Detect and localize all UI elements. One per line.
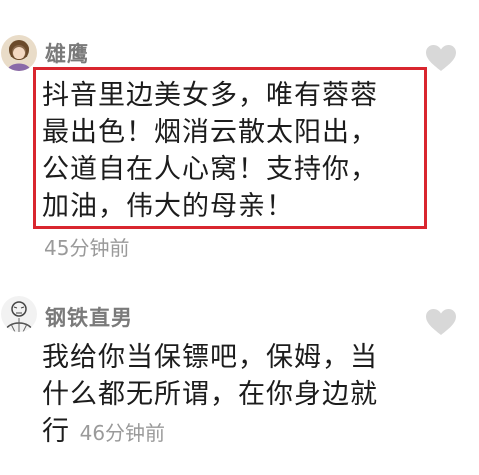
comment-timestamp: 46分钟前 xyxy=(79,421,166,445)
like-button[interactable] xyxy=(425,44,457,72)
comment-line: 最出色！烟消云散太阳出， xyxy=(42,117,378,148)
heart-icon xyxy=(426,45,456,71)
comment-line: 我给你当保镖吧，保姆，当 xyxy=(42,342,378,373)
girl-avatar-icon xyxy=(1,35,37,71)
username[interactable]: 雄鹰 xyxy=(45,38,89,68)
like-button[interactable] xyxy=(425,308,457,336)
comment-line: 公道自在人心窝！支持你， xyxy=(42,154,378,185)
username[interactable]: 钢铁直男 xyxy=(45,302,133,332)
comment-line: 抖音里边美女多，唯有蓉蓉 xyxy=(42,80,378,111)
comment-timestamp: 45分钟前 xyxy=(44,236,130,260)
comment-line-with-time: 行 46分钟前 xyxy=(42,412,165,453)
sketch-man-avatar-icon xyxy=(1,296,37,332)
comment-line: 行 xyxy=(42,416,70,447)
comment-line: 加油，伟大的母亲！ xyxy=(42,191,294,222)
user-avatar[interactable] xyxy=(1,296,37,332)
user-avatar[interactable] xyxy=(1,35,37,71)
comment-line: 什么都无所谓，在你身边就 xyxy=(42,379,378,410)
heart-icon xyxy=(426,309,456,335)
